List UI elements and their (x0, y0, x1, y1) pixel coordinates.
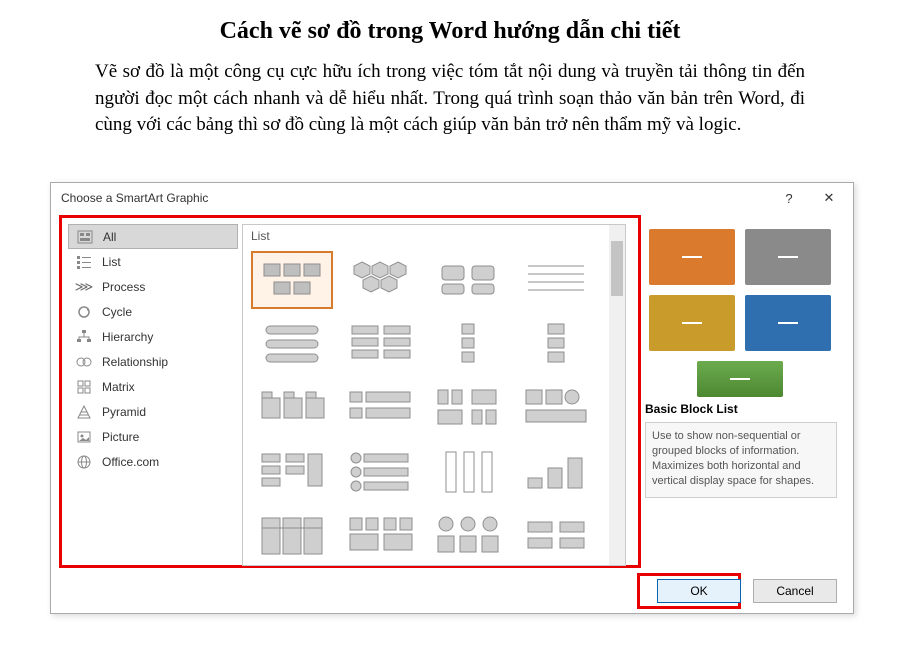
process-icon: ⋙ (76, 279, 92, 295)
thumb-vertical-box-list[interactable] (251, 315, 333, 373)
thumb-picture-accent-list[interactable] (427, 507, 509, 565)
page-title: Cách vẽ sơ đồ trong Word hướng dẫn chi t… (0, 18, 900, 45)
sidebar-item-label: All (103, 230, 116, 244)
all-icon (77, 229, 93, 245)
sidebar-item-label: Picture (102, 430, 139, 444)
page-intro: Vẽ sơ đồ là một công cụ cực hữu ích tron… (95, 59, 805, 139)
sidebar-item-all[interactable]: All (68, 224, 238, 249)
dialog-title: Choose a SmartArt Graphic (61, 191, 769, 205)
thumb-stacked-list[interactable] (251, 443, 333, 501)
sidebar-item-relationship[interactable]: Relationship (68, 349, 238, 374)
list-icon (76, 254, 92, 270)
sidebar-item-label: Process (102, 280, 145, 294)
thumb-vertical-circle-list[interactable] (339, 443, 421, 501)
help-button[interactable]: ? (769, 184, 809, 212)
preview-title: Basic Block List (645, 402, 837, 416)
sidebar-item-label: Office.com (102, 455, 159, 469)
category-sidebar: All List ⋙ Process Cycle Hierarchy (68, 224, 238, 474)
gallery-scrollbar[interactable] (609, 225, 625, 565)
gallery-header: List (243, 225, 625, 247)
pyramid-icon (76, 404, 92, 420)
sidebar-item-label: Pyramid (102, 405, 146, 419)
thumb-basic-block-list[interactable] (251, 251, 333, 309)
thumb-vertical-bracket-list[interactable] (427, 443, 509, 501)
sidebar-item-hierarchy[interactable]: Hierarchy (68, 324, 238, 349)
sidebar-item-officecom[interactable]: Office.com (68, 449, 238, 474)
picture-icon (76, 429, 92, 445)
thumb-varying-width-list[interactable] (427, 379, 509, 437)
thumb-vertical-bullet-list[interactable] (515, 315, 597, 373)
dialog-body: All List ⋙ Process Cycle Hierarchy (51, 213, 853, 571)
thumb-continuous-picture-list[interactable] (515, 507, 597, 565)
thumb-descending-list[interactable] (515, 443, 597, 501)
dialog-button-row: OK Cancel (657, 579, 837, 603)
thumb-horizontal-bullet-list[interactable] (339, 315, 421, 373)
sidebar-item-label: List (102, 255, 121, 269)
thumb-vertical-block-list[interactable] (339, 379, 421, 437)
dialog-titlebar: Choose a SmartArt Graphic ? ✕ (51, 183, 853, 213)
sidebar-item-matrix[interactable]: Matrix (68, 374, 238, 399)
sidebar-item-label: Relationship (102, 355, 168, 369)
cancel-button[interactable]: Cancel (753, 579, 837, 603)
thumb-lined-list[interactable] (515, 251, 597, 309)
close-button[interactable]: ✕ (809, 184, 849, 212)
relationship-icon (76, 354, 92, 370)
thumb-grouped-list[interactable] (339, 507, 421, 565)
cycle-icon (76, 304, 92, 320)
ok-button[interactable]: OK (657, 579, 741, 603)
thumb-alternating-hexagons[interactable] (339, 251, 421, 309)
sidebar-item-label: Hierarchy (102, 330, 153, 344)
smartart-dialog: Choose a SmartArt Graphic ? ✕ All List ⋙… (50, 182, 854, 614)
sidebar-item-pyramid[interactable]: Pyramid (68, 399, 238, 424)
thumb-table-list[interactable] (251, 507, 333, 565)
sidebar-item-cycle[interactable]: Cycle (68, 299, 238, 324)
preview-graphic (645, 223, 837, 398)
preview-panel: Basic Block List Use to show non-sequent… (645, 223, 837, 563)
thumb-tab-list[interactable] (251, 379, 333, 437)
hierarchy-icon (76, 329, 92, 345)
thumb-picture-caption-list[interactable] (427, 251, 509, 309)
thumb-bending-picture-list[interactable] (515, 379, 597, 437)
globe-icon (76, 454, 92, 470)
sidebar-item-picture[interactable]: Picture (68, 424, 238, 449)
layout-gallery: List (242, 224, 626, 566)
gallery-grid (243, 247, 625, 566)
matrix-icon (76, 379, 92, 395)
sidebar-item-label: Cycle (102, 305, 132, 319)
highlight-box-main: All List ⋙ Process Cycle Hierarchy (59, 215, 641, 568)
sidebar-item-process[interactable]: ⋙ Process (68, 274, 238, 299)
preview-description: Use to show non-sequential or grouped bl… (645, 422, 837, 498)
thumb-square-accent-list[interactable] (427, 315, 509, 373)
sidebar-item-list[interactable]: List (68, 249, 238, 274)
sidebar-item-label: Matrix (102, 380, 135, 394)
